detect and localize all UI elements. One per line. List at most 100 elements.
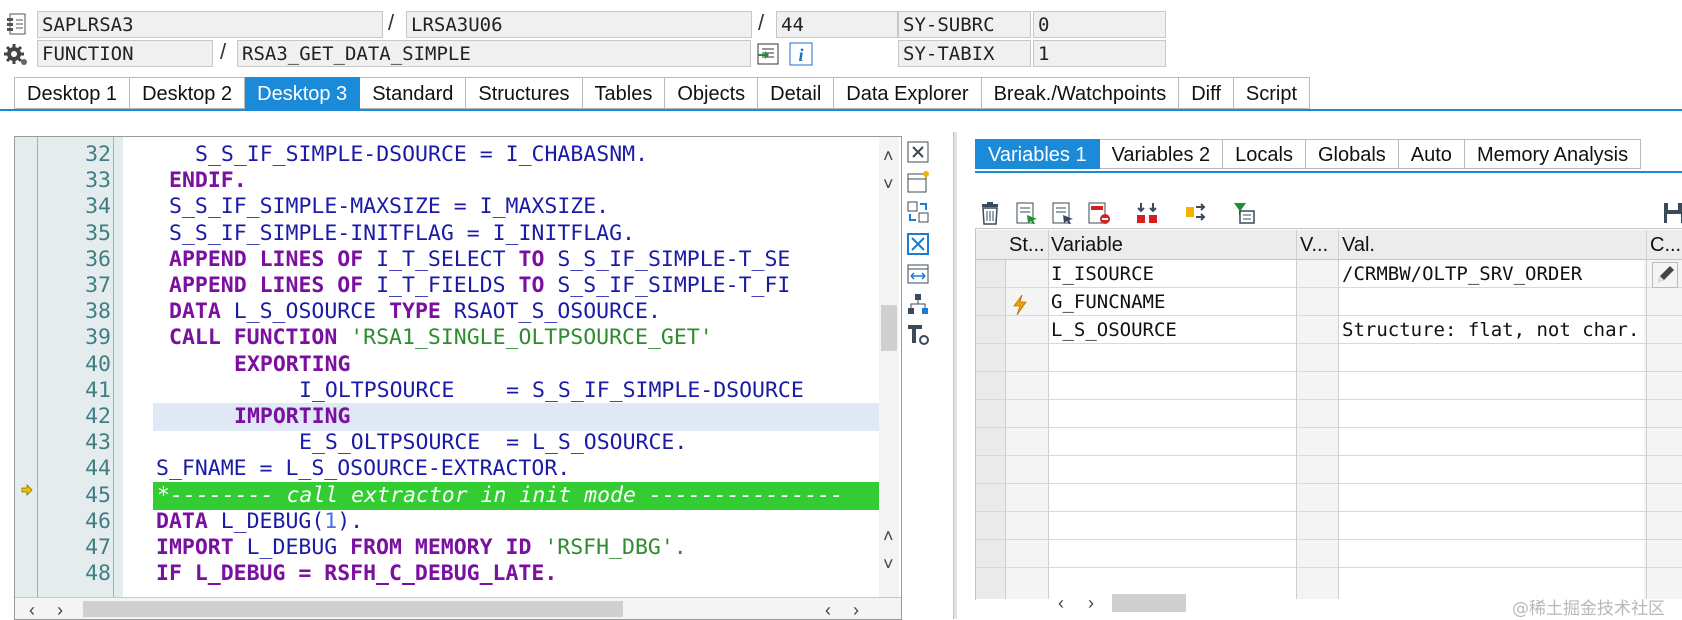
line-field[interactable]: 44 [776,11,898,38]
filter-icon[interactable] [1232,201,1256,225]
code-line[interactable]: 36 APPEND LINES OF I_T_SELECT TO S_S_IF_S… [15,246,891,274]
info-icon[interactable]: i [789,42,813,66]
variable-name-cell[interactable]: L_S_OSOURCE [1051,316,1271,345]
tab-objects[interactable]: Objects [665,77,759,109]
scroll-left-icon[interactable]: ‹ [825,601,831,619]
table-row[interactable]: G_FUNCNAME [976,288,1682,316]
save-icon[interactable] [1662,201,1682,225]
variable-name-cell[interactable]: G_FUNCNAME [1051,288,1271,317]
variable-column-header[interactable]: Variable [1051,230,1271,260]
scroll-down-icon[interactable]: ˅ [883,555,894,573]
scroll-left-icon[interactable]: ‹ [1058,594,1064,612]
sysvar-name-field[interactable]: SY-SUBRC [898,11,1031,38]
variable-value-cell[interactable]: /CRMBW/OLTP_SRV_ORDER [1342,260,1646,289]
code-line[interactable]: 47 IMPORT L_DEBUG FROM MEMORY ID 'RSFH_DB… [15,534,891,562]
tab-variables-1[interactable]: Variables 1 [975,139,1100,169]
tab-data-explorer[interactable]: Data Explorer [834,77,982,109]
maximize-icon[interactable] [906,232,930,256]
tab-standard[interactable]: Standard [360,77,467,109]
c-column-header[interactable]: C... [1650,230,1682,260]
table-row[interactable] [976,456,1682,484]
table-row[interactable] [976,428,1682,456]
swap-tool-icon[interactable] [906,200,930,224]
event-name-field[interactable]: RSA3_GET_DATA_SIMPLE [237,40,751,67]
resize-horizontal-icon[interactable] [906,262,930,286]
scroll-right-icon[interactable]: › [853,601,859,619]
code-line[interactable]: 42 IMPORTING [15,403,891,431]
editor-hscroll-thumb[interactable] [83,601,623,617]
code-line[interactable]: 39 CALL FUNCTION 'RSA1_SINGLE_OLTPSOURCE_… [15,324,891,352]
tab-detail[interactable]: Detail [758,77,835,109]
event-type-field[interactable]: FUNCTION [37,40,213,67]
editor-scroll-thumb[interactable] [881,305,897,351]
new-tool-icon[interactable] [906,170,930,194]
tab-desktop-3[interactable]: Desktop 3 [245,77,361,109]
v-column-header[interactable]: V... [1300,230,1336,260]
gear-icon[interactable] [4,42,28,66]
code-line[interactable]: 44 S_FNAME = L_S_OSOURCE-EXTRACTOR. [15,455,891,483]
settings-tool-icon[interactable] [906,322,930,346]
insert-variable-icon[interactable] [1015,201,1039,225]
scroll-up-icon[interactable]: ˄ [883,527,894,545]
table-row[interactable] [976,512,1682,540]
remove-variable-icon[interactable] [1087,201,1111,225]
tab-variables-2[interactable]: Variables 2 [1099,139,1224,169]
tab-desktop-2[interactable]: Desktop 2 [130,77,246,109]
tab-globals[interactable]: Globals [1305,139,1399,169]
variable-value-cell[interactable] [1342,288,1646,317]
scroll-right-icon[interactable]: › [1088,594,1094,612]
scroll-up-icon[interactable]: ˄ [883,147,894,165]
arrange-icon[interactable] [1184,201,1208,225]
display-source-icon[interactable] [756,42,780,66]
code-line[interactable]: 35 S_S_IF_SIMPLE-INITFLAG = I_INITFLAG. [15,220,891,248]
code-line[interactable]: 37 APPEND LINES OF I_T_FIELDS TO S_S_IF_S… [15,272,891,300]
sysvar2-name-field[interactable]: SY-TABIX [898,40,1031,67]
scroll-right-icon[interactable]: › [57,601,63,619]
sysvar-value-field[interactable]: 0 [1033,11,1166,38]
status-column-header[interactable]: St... [1009,230,1049,260]
code-line[interactable]: 32 S_S_IF_SIMPLE-DSOURCE = I_CHABASNM. [15,141,891,169]
tab-memory-analysis[interactable]: Memory Analysis [1464,139,1642,169]
scroll-down-icon[interactable]: ˅ [883,175,894,193]
scroll-left-icon[interactable]: ‹ [29,601,35,619]
program-field[interactable]: SAPLRSA3 [37,11,383,38]
code-line[interactable]: 33 ENDIF. [15,167,891,195]
collapse-icon[interactable] [1135,201,1159,225]
table-row[interactable] [976,484,1682,512]
sysvar2-value-field[interactable]: 1 [1033,40,1166,67]
table-row[interactable]: I_ISOURCE/CRMBW/OLTP_SRV_ORDER [976,260,1682,288]
delete-icon[interactable] [978,201,1002,225]
code-line[interactable]: 38 DATA L_S_OSOURCE TYPE RSAOT_S_OSOURCE. [15,298,891,326]
code-line[interactable]: 34 S_S_IF_SIMPLE-MAXSIZE = I_MAXSIZE. [15,193,891,221]
edit-variable-icon[interactable] [1051,201,1075,225]
code-line[interactable]: 48 IF L_DEBUG = RSFH_C_DEBUG_LATE. [15,560,891,588]
value-column-header[interactable]: Val. [1342,230,1622,260]
tab-diff[interactable]: Diff [1179,77,1234,109]
tab-desktop-1[interactable]: Desktop 1 [14,77,131,109]
table-row[interactable] [976,540,1682,568]
tab-locals[interactable]: Locals [1223,139,1306,169]
tab-auto[interactable]: Auto [1398,139,1465,169]
tab-tables[interactable]: Tables [582,77,666,109]
code-line[interactable]: 43 E_S_OLTPSOURCE = L_S_OSOURCE. [15,429,891,457]
table-row[interactable]: L_S_OSOURCE Structure: flat, not char. [976,316,1682,344]
code-line[interactable]: 40 EXPORTING [15,351,891,379]
panel-splitter[interactable] [953,132,957,619]
tab-script[interactable]: Script [1233,77,1310,109]
edit-pencil-icon[interactable] [1652,262,1678,288]
include-field[interactable]: LRSA3U06 [406,11,752,38]
table-row[interactable] [976,372,1682,400]
table-row[interactable] [976,344,1682,372]
code-line[interactable]: 46 DATA L_DEBUG(1). [15,508,891,536]
source-code-editor[interactable]: 32 S_S_IF_SIMPLE-DSOURCE = I_CHABASNM. 33 E… [14,136,902,620]
code-line[interactable]: 41 I_OLTPSOURCE = S_S_IF_SIMPLE-DSOURCE [15,377,891,405]
tab-break-watchpoints[interactable]: Break./Watchpoints [981,77,1180,109]
table-row[interactable] [976,400,1682,428]
grid-hscroll-thumb[interactable] [1112,594,1186,612]
code-line[interactable]: 45 *-------- call extractor in init mode … [15,481,891,510]
variable-value-cell[interactable]: Structure: flat, not char. [1342,316,1646,345]
header-icon-program[interactable] [6,12,28,36]
tree-tool-icon[interactable] [906,292,930,316]
close-panel-icon[interactable] [906,140,930,164]
variable-name-cell[interactable]: I_ISOURCE [1051,260,1271,289]
